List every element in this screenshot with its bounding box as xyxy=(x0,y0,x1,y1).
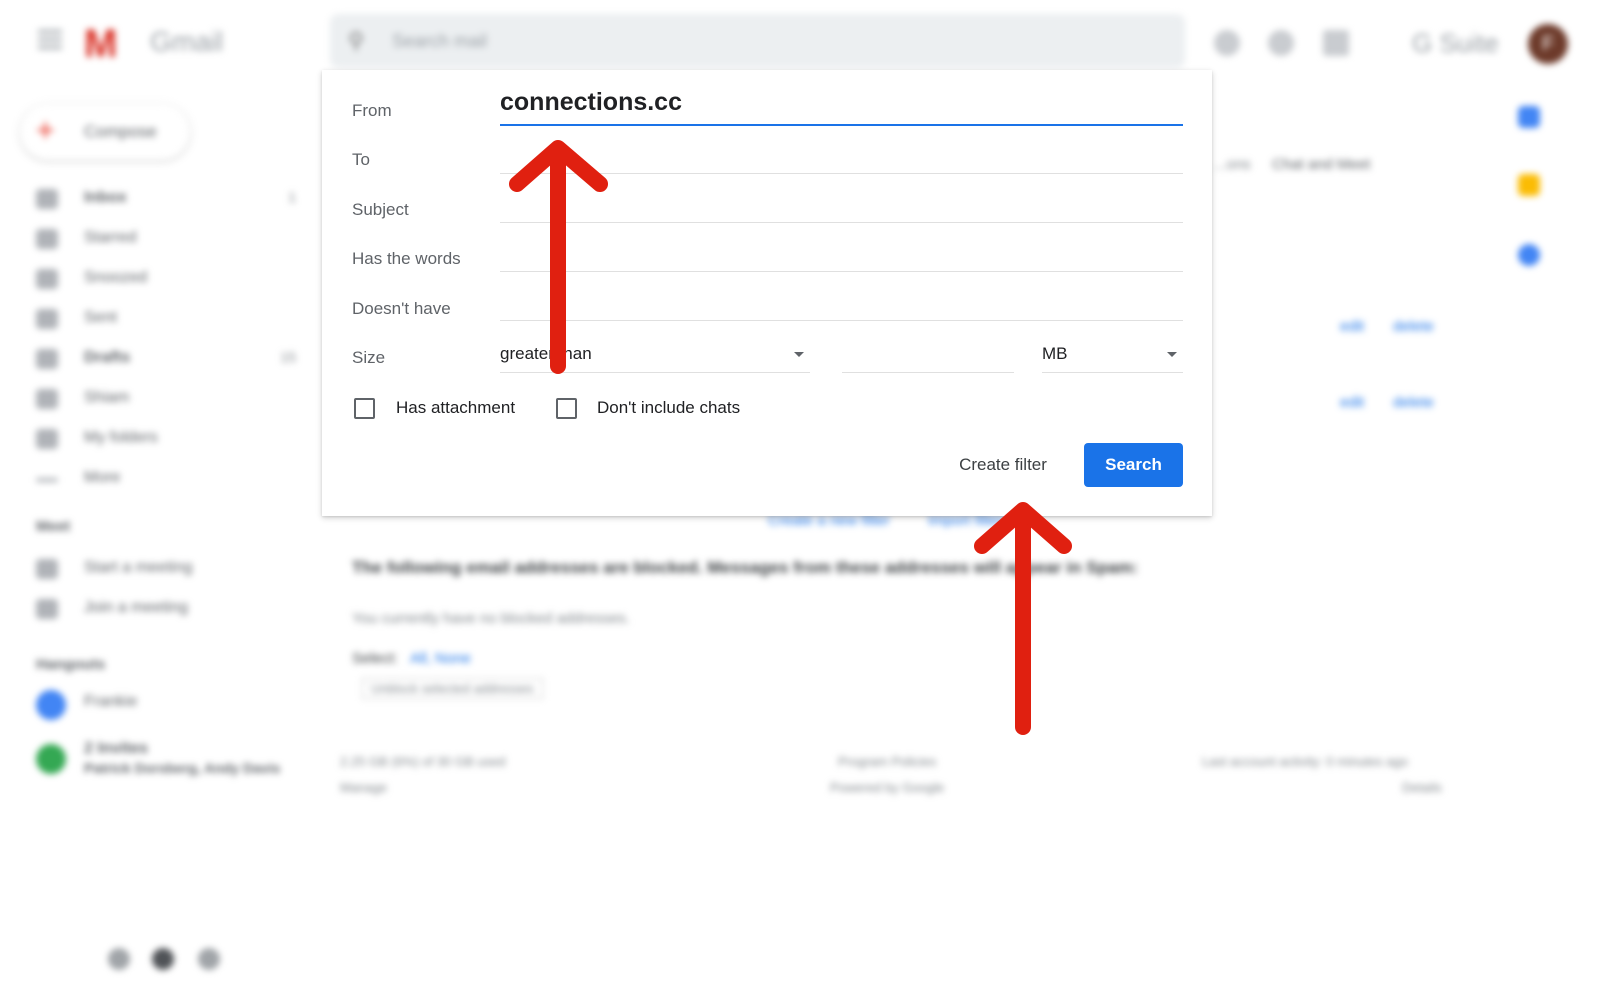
compose-label: Compose xyxy=(84,122,157,141)
from-field[interactable]: connections.cc xyxy=(500,88,1183,126)
sidebar-item-sent[interactable]: Sent xyxy=(36,306,296,334)
has-attachment-label[interactable]: Has attachment xyxy=(396,398,515,418)
edit-link[interactable]: edit xyxy=(1340,318,1364,335)
join-meeting-item[interactable]: Join a meeting xyxy=(36,596,296,624)
sidebar-item-starred[interactable]: Starred xyxy=(36,226,296,254)
start-meeting-item[interactable]: Start a meeting xyxy=(36,556,296,584)
create-filter-button[interactable]: Create filter xyxy=(942,444,1064,486)
group-icon xyxy=(36,744,66,774)
has-words-field[interactable] xyxy=(500,235,1183,272)
chevron-down-icon xyxy=(36,478,58,482)
apps-grid-icon[interactable] xyxy=(1323,30,1349,56)
select-label: Select: xyxy=(352,650,398,667)
folder-icon xyxy=(36,429,58,449)
blocked-heading: The following email addresses are blocke… xyxy=(352,558,1139,577)
storage-used: 2.25 GB (6%) of 30 GB used xyxy=(340,754,506,769)
gsuite-logo: G Suite xyxy=(1412,28,1499,58)
from-label: From xyxy=(352,101,392,120)
label-icon xyxy=(36,389,58,409)
tab-chat-meet[interactable]: Chat and Meet xyxy=(1272,156,1370,173)
select-all-none[interactable]: All, None xyxy=(410,650,471,667)
size-value-input[interactable] xyxy=(842,338,1014,373)
meet-heading: Meet xyxy=(36,518,71,535)
delete-link[interactable]: delete xyxy=(1393,318,1434,335)
last-activity: Last account activity: 0 minutes ago xyxy=(1202,754,1408,769)
hangouts-heading: Hangouts xyxy=(36,656,106,673)
plus-icon: + xyxy=(36,112,55,148)
subject-label: Subject xyxy=(352,200,409,219)
details-link[interactable]: Details xyxy=(1402,780,1442,795)
size-unit-select[interactable]: MB xyxy=(1042,338,1183,373)
gmail-logo-icon[interactable]: M xyxy=(84,22,117,67)
search-placeholder: Search mail xyxy=(392,31,488,51)
program-policies[interactable]: Program Policies xyxy=(838,754,936,769)
sidebar-item-drafts[interactable]: Drafts 15 xyxy=(36,346,296,374)
calendar-icon[interactable] xyxy=(1518,106,1540,128)
edit-link-2[interactable]: edit xyxy=(1340,394,1364,411)
video-icon xyxy=(36,559,58,579)
keyboard-icon xyxy=(36,599,58,619)
compose-button[interactable]: + Compose xyxy=(20,104,190,160)
unblock-button[interactable]: Unblock selected addresses xyxy=(362,678,543,699)
no-blocked-text: You currently have no blocked addresses. xyxy=(352,610,630,627)
to-field[interactable] xyxy=(500,137,1183,174)
subject-field[interactable] xyxy=(500,186,1183,223)
send-icon xyxy=(36,309,58,329)
person-icon[interactable] xyxy=(108,948,130,970)
hangouts-user[interactable]: Frankie xyxy=(36,690,296,724)
tasks-icon[interactable] xyxy=(1518,244,1540,266)
to-label: To xyxy=(352,150,370,169)
has-words-label: Has the words xyxy=(352,249,461,268)
dropdown-caret-icon xyxy=(1167,352,1177,357)
size-unit-value: MB xyxy=(1042,344,1068,363)
sidebar-item-snoozed[interactable]: Snoozed xyxy=(36,266,296,294)
sidebar-item-inbox[interactable]: Inbox 1 xyxy=(36,186,296,214)
powered-by: Powered by Google xyxy=(830,780,945,795)
search-button[interactable]: Search xyxy=(1084,443,1183,487)
phone-icon[interactable] xyxy=(198,948,220,970)
size-label: Size xyxy=(352,348,386,367)
gmail-logo-text: Gmail xyxy=(150,26,224,57)
sidebar-item-more[interactable]: More xyxy=(36,466,296,494)
hangouts-invites[interactable]: 2 Invites Patrick Dorsberg, Andy Davis xyxy=(36,740,296,780)
has-attachment-checkbox[interactable] xyxy=(354,398,375,419)
draft-icon xyxy=(36,349,58,369)
help-icon[interactable] xyxy=(1214,30,1240,56)
search-icon[interactable]: ⚲ xyxy=(348,28,364,54)
doesnt-have-label: Doesn't have xyxy=(352,299,451,318)
chat-icon[interactable] xyxy=(152,948,174,970)
sidebar-item-my-folders[interactable]: My folders xyxy=(36,426,296,454)
avatar[interactable]: F xyxy=(1528,24,1568,64)
settings-gear-icon[interactable] xyxy=(1268,30,1294,56)
dont-include-chats-label[interactable]: Don't include chats xyxy=(597,398,740,418)
dropdown-caret-icon xyxy=(794,352,804,357)
user-avatar-icon xyxy=(36,690,66,720)
doesnt-have-field[interactable] xyxy=(500,284,1183,321)
delete-link-2[interactable]: delete xyxy=(1393,394,1434,411)
dont-include-chats-checkbox[interactable] xyxy=(556,398,577,419)
star-icon xyxy=(36,229,58,249)
hamburger-menu-icon[interactable] xyxy=(38,30,62,50)
storage-manage[interactable]: Manage xyxy=(340,780,387,795)
sidebar-item-shiam[interactable]: Shiam xyxy=(36,386,296,414)
filter-dialog: From connections.cc To Subject Has the w… xyxy=(322,70,1212,516)
clock-icon xyxy=(36,269,58,289)
from-value: connections.cc xyxy=(500,88,682,116)
keep-icon[interactable] xyxy=(1518,174,1540,196)
search-bar[interactable]: ⚲ Search mail xyxy=(330,14,1185,68)
tab-hint: ...ons xyxy=(1214,156,1251,173)
inbox-icon xyxy=(36,189,58,209)
size-operator-value: greater than xyxy=(500,344,592,363)
size-operator-select[interactable]: greater than xyxy=(500,338,810,373)
